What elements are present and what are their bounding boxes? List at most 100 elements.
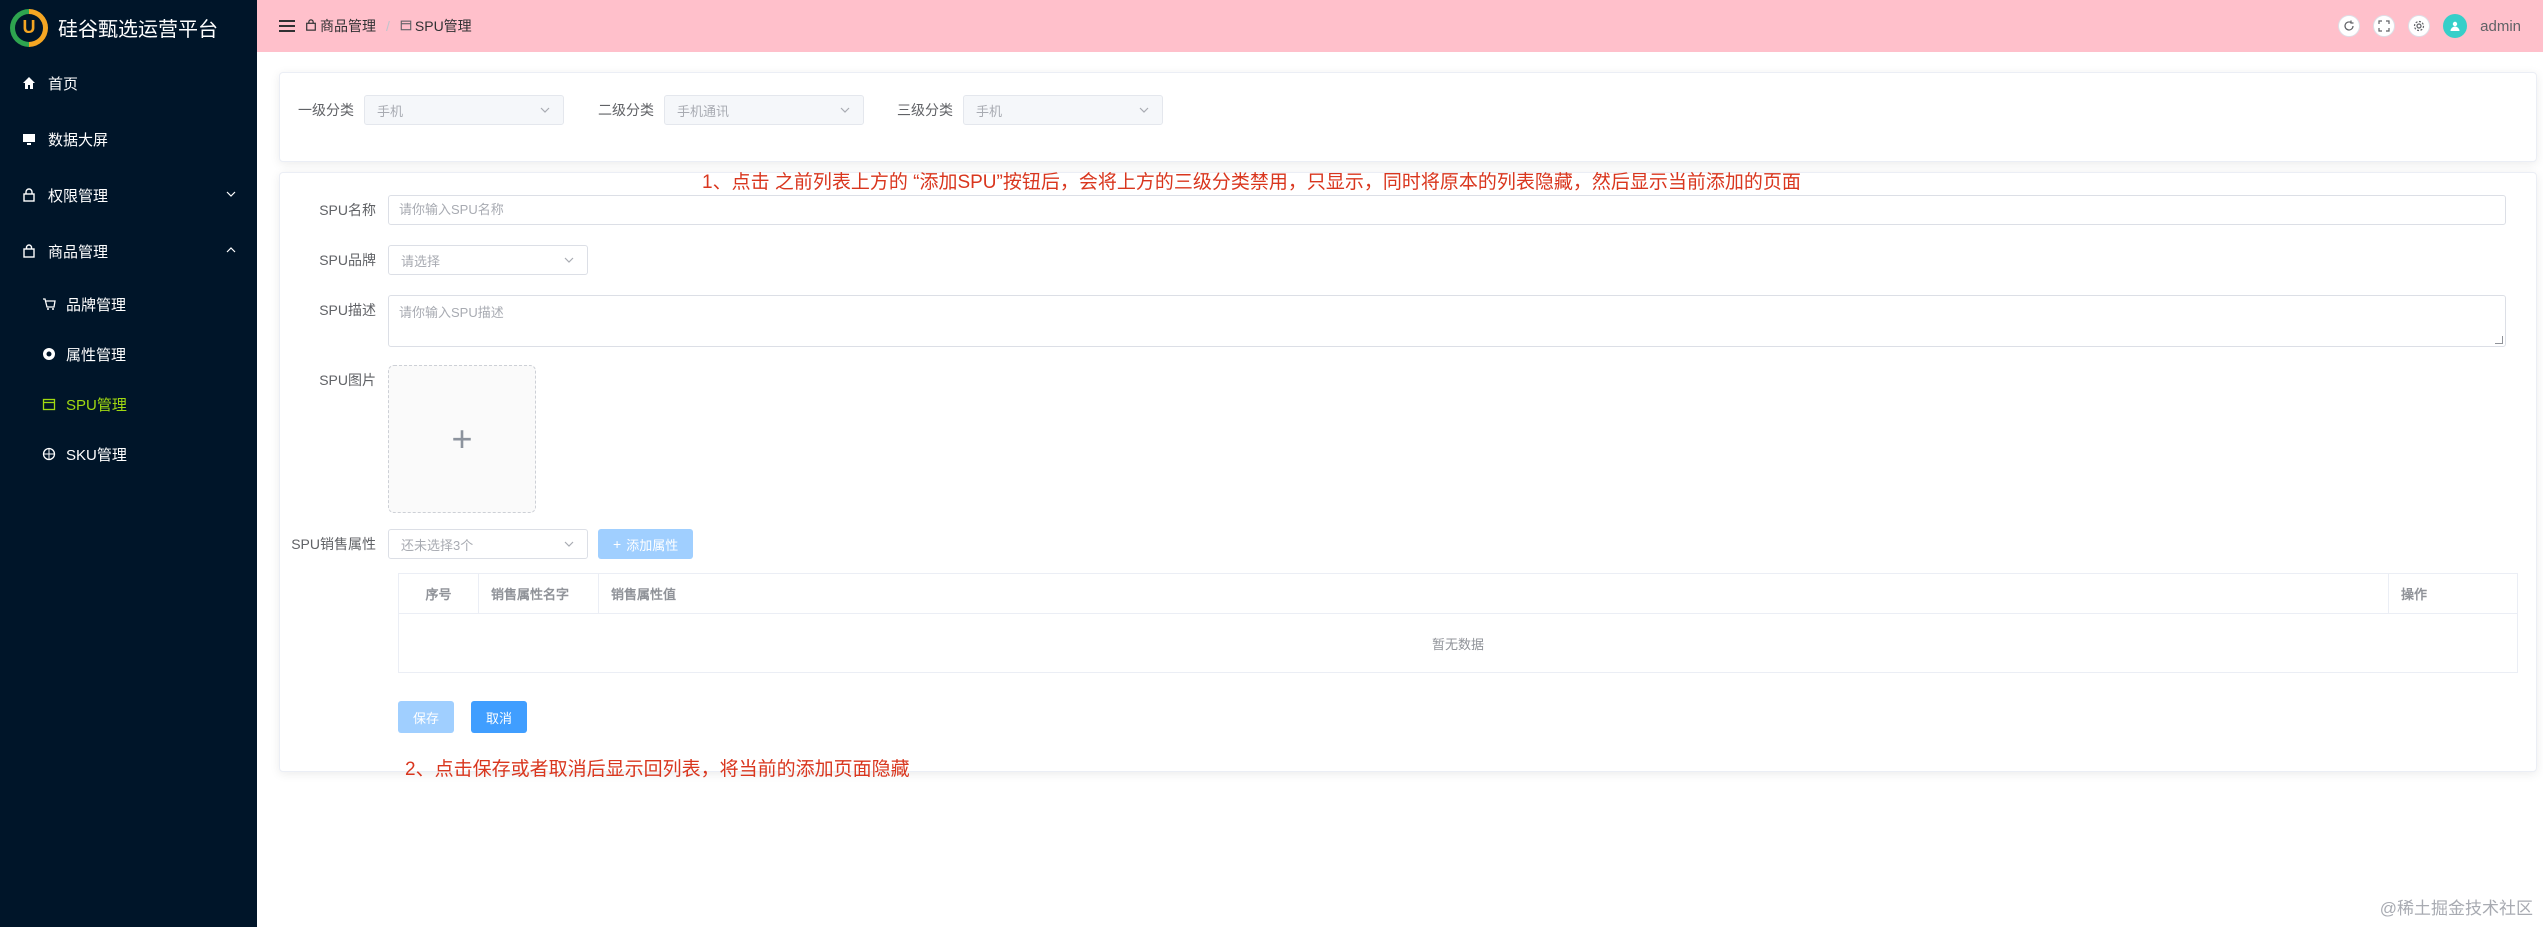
orange-icon <box>40 445 58 463</box>
chevron-down-icon <box>840 107 850 113</box>
column-header-attr-name: 销售属性名字 <box>479 574 599 613</box>
spu-brand-label: SPU品牌 <box>319 252 376 268</box>
resize-handle-icon[interactable] <box>2495 336 2503 344</box>
sidebar-item-home[interactable]: 首页 <box>0 55 257 111</box>
sidebar-item-product[interactable]: 商品管理 <box>0 223 257 279</box>
sidebar-item-label: SPU管理 <box>66 396 127 414</box>
cart-icon <box>40 295 58 313</box>
home-icon <box>20 74 38 92</box>
spu-desc-label: SPU描述 <box>319 302 376 318</box>
select-placeholder: 请选择 <box>401 253 441 269</box>
form-row-brand: SPU品牌 请选择 <box>280 245 588 275</box>
spu-sale-attr-label: SPU销售属性 <box>291 536 376 552</box>
category-level1-label: 一级分类 <box>298 102 354 118</box>
column-header-index: 序号 <box>399 574 479 613</box>
sidebar-item-brand[interactable]: 品牌管理 <box>0 279 257 329</box>
save-button[interactable]: 保存 <box>398 701 455 733</box>
annotation-note-2: 2、点击保存或者取消后显示回列表，将当前的添加页面隐藏 <box>405 759 910 780</box>
sidebar-item-permission[interactable]: 权限管理 <box>0 167 257 223</box>
chevron-down-icon <box>564 541 574 547</box>
sidebar-item-dashboard[interactable]: 数据大屏 <box>0 111 257 167</box>
spu-image-label: SPU图片 <box>319 372 376 388</box>
form-row-image: SPU图片 + <box>280 365 536 513</box>
sidebar-item-label: SKU管理 <box>66 446 127 464</box>
form-row-sale-attr: SPU销售属性 还未选择3个 + 添加属性 <box>280 529 694 559</box>
form-row-name: SPU名称 请你输入SPU名称 <box>280 195 2506 225</box>
sale-attr-table: 序号 销售属性名字 销售属性值 操作 暂无数据 <box>398 573 2518 673</box>
bag-icon <box>20 242 38 260</box>
category-level1-select[interactable]: 手机 <box>364 95 564 125</box>
chevron-down-icon <box>1139 107 1149 113</box>
logo-row[interactable]: U 硅谷甄选运营平台 <box>0 0 257 55</box>
chrome-icon <box>40 345 58 363</box>
settings-button[interactable] <box>2408 15 2431 37</box>
calendar-icon <box>400 18 412 34</box>
sidebar-item-label: 属性管理 <box>66 346 127 364</box>
breadcrumb-item[interactable]: 商品管理 <box>320 16 376 36</box>
logo: U <box>10 8 48 47</box>
menu-toggle-icon[interactable] <box>279 18 295 34</box>
spu-brand-select[interactable]: 请选择 <box>388 245 588 275</box>
category-level3-label: 三级分类 <box>897 102 953 118</box>
chevron-down-icon <box>540 107 550 113</box>
fullscreen-icon <box>2378 20 2390 32</box>
spu-form-card: SPU名称 请你输入SPU名称 SPU品牌 请选择 SPU描述 请你输入SPU描… <box>279 172 2537 772</box>
plus-icon: + <box>451 418 473 459</box>
refresh-icon <box>2344 20 2354 31</box>
category-level3: 三级分类 手机 <box>897 95 1163 125</box>
top-header: 商品管理 / SPU管理 admin <box>257 0 2543 52</box>
refresh-button[interactable] <box>2338 15 2361 37</box>
sale-attr-select[interactable]: 还未选择3个 <box>388 529 588 559</box>
table-header: 序号 销售属性名字 销售属性值 操作 <box>399 574 2517 614</box>
category-level2: 二级分类 手机通讯 <box>598 95 864 125</box>
sidebar-item-attr[interactable]: 属性管理 <box>0 329 257 379</box>
avatar[interactable] <box>2443 14 2468 38</box>
spu-desc-textarea[interactable]: 请你输入SPU描述 <box>388 295 2506 347</box>
select-placeholder: 还未选择3个 <box>401 537 474 553</box>
form-row-desc: SPU描述 请你输入SPU描述 <box>280 295 2506 347</box>
chevron-down-icon <box>564 257 574 263</box>
sidebar-item-label: 数据大屏 <box>48 131 109 149</box>
column-header-attr-value: 销售属性值 <box>599 574 2389 613</box>
sidebar-item-label: 商品管理 <box>48 243 109 261</box>
user-avatar-icon <box>2450 21 2460 31</box>
annotation-note-1: 1、点击 之前列表上方的 “添加SPU”按钮后，会将上方的三级分类禁用，只显示，… <box>702 172 1801 193</box>
category-level3-select[interactable]: 手机 <box>963 95 1163 125</box>
sidebar-item-label: 首页 <box>48 75 79 93</box>
sidebar-item-spu[interactable]: SPU管理 <box>0 379 257 429</box>
bag-icon <box>305 18 317 34</box>
sidebar: U 硅谷甄选运营平台 首页 数据大屏 权限管理 商品管理 品牌管理 属性管理 S… <box>0 0 257 927</box>
watermark: @稀土掘金技术社区 <box>2379 899 2533 918</box>
sidebar-item-sku[interactable]: SKU管理 <box>0 429 257 479</box>
breadcrumb-separator: / <box>386 18 390 34</box>
plus-icon: + <box>613 536 622 552</box>
breadcrumb-item[interactable]: SPU管理 <box>415 16 472 36</box>
category-level2-label: 二级分类 <box>598 102 654 118</box>
add-attr-button-label: 添加属性 <box>626 537 679 553</box>
username-dropdown[interactable]: admin <box>2480 18 2521 35</box>
category-level2-select[interactable]: 手机通讯 <box>664 95 864 125</box>
breadcrumb: 商品管理 / SPU管理 <box>305 16 472 36</box>
sidebar-item-label: 权限管理 <box>48 187 109 205</box>
select-value: 手机 <box>976 103 1003 119</box>
cancel-button[interactable]: 取消 <box>471 701 528 733</box>
logo-letter: U <box>15 13 43 42</box>
calendar-icon <box>40 395 58 413</box>
fullscreen-button[interactable] <box>2373 15 2396 37</box>
sidebar-menu: 首页 数据大屏 权限管理 商品管理 品牌管理 属性管理 SPU管理 SKU管理 <box>0 55 257 479</box>
gear-icon <box>2414 20 2425 32</box>
select-value: 手机通讯 <box>677 103 730 119</box>
app-title: 硅谷甄选运营平台 <box>58 19 218 41</box>
add-attr-button[interactable]: + 添加属性 <box>598 529 694 559</box>
lock-icon <box>20 186 38 204</box>
textarea-placeholder: 请你输入SPU描述 <box>399 305 504 320</box>
image-upload-box[interactable]: + <box>388 365 536 513</box>
spu-name-label: SPU名称 <box>319 202 376 218</box>
chevron-up-icon <box>225 243 237 260</box>
category-level1: 一级分类 手机 <box>298 95 564 125</box>
column-header-actions: 操作 <box>2401 587 2428 602</box>
spu-name-input[interactable]: 请你输入SPU名称 <box>388 195 2506 225</box>
sidebar-item-label: 品牌管理 <box>66 296 127 314</box>
category-card: 一级分类 手机 二级分类 手机通讯 三级分类 手机 <box>279 72 2537 162</box>
select-value: 手机 <box>377 103 404 119</box>
